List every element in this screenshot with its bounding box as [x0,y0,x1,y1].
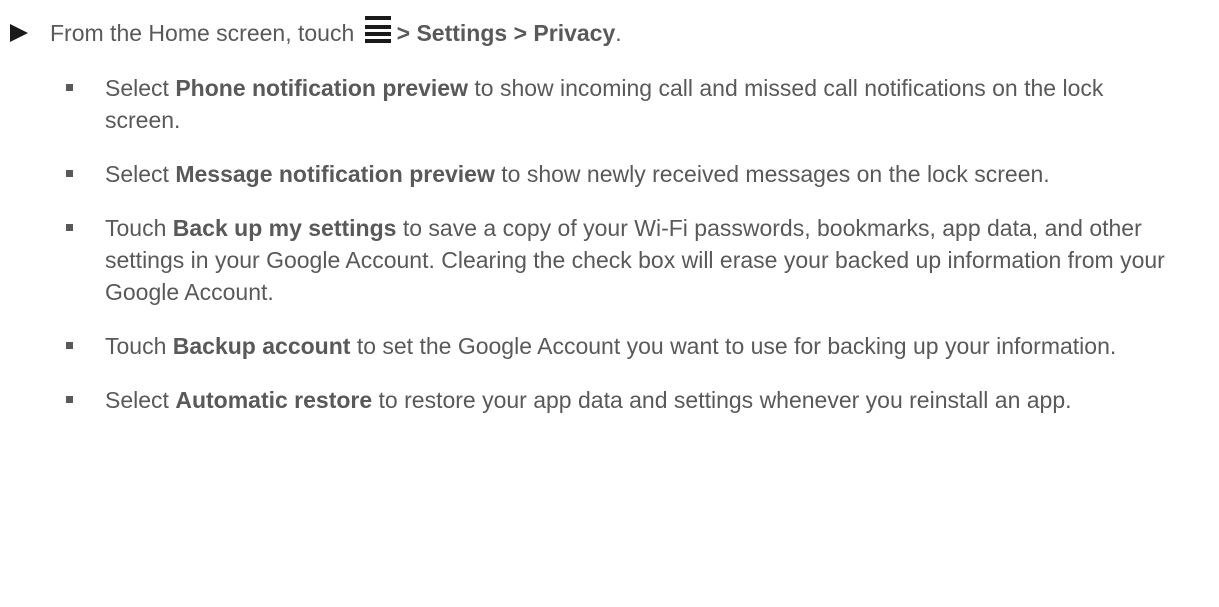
bullet-icon [66,396,73,403]
separator: > [396,20,411,46]
item-text: to show newly received messages on the l… [501,161,1050,187]
bullet-icon [66,224,73,231]
list-item: Select Message notification preview to s… [0,158,1165,190]
bullet-icon [66,84,73,91]
list-item: Select Phone notification preview to sho… [0,72,1165,136]
instruction-suffix: . [615,20,622,46]
arrow-right-icon [10,24,28,42]
bullet-icon [66,342,73,349]
item-verb: Touch [105,215,167,241]
settings-label: Settings [416,20,508,46]
item-verb: Select [105,161,169,187]
item-term: Backup account [172,333,351,359]
item-verb: Select [105,387,169,413]
item-verb: Touch [105,333,167,359]
item-term: Back up my settings [172,215,397,241]
list-item: Touch Backup account to set the Google A… [0,330,1165,362]
list-item: Select Automatic restore to restore your… [0,384,1165,416]
item-text: to set the Google Account you want to us… [356,333,1117,359]
item-text: to restore your app data and settings wh… [378,387,1072,413]
bullet-icon [66,170,73,177]
item-verb: Select [105,75,169,101]
instruction-prefix: From the Home screen, touch [50,20,355,46]
privacy-options-list: Select Phone notification preview to sho… [0,72,1219,438]
instruction-step: From the Home screen, touch > Settings >… [10,16,1200,49]
privacy-label: Privacy [533,20,616,46]
item-term: Automatic restore [175,387,373,413]
menu-icon [364,16,391,43]
item-term: Phone notification preview [175,75,468,101]
separator: > [513,20,528,46]
item-term: Message notification preview [175,161,495,187]
list-item: Touch Back up my settings to save a copy… [0,212,1165,308]
